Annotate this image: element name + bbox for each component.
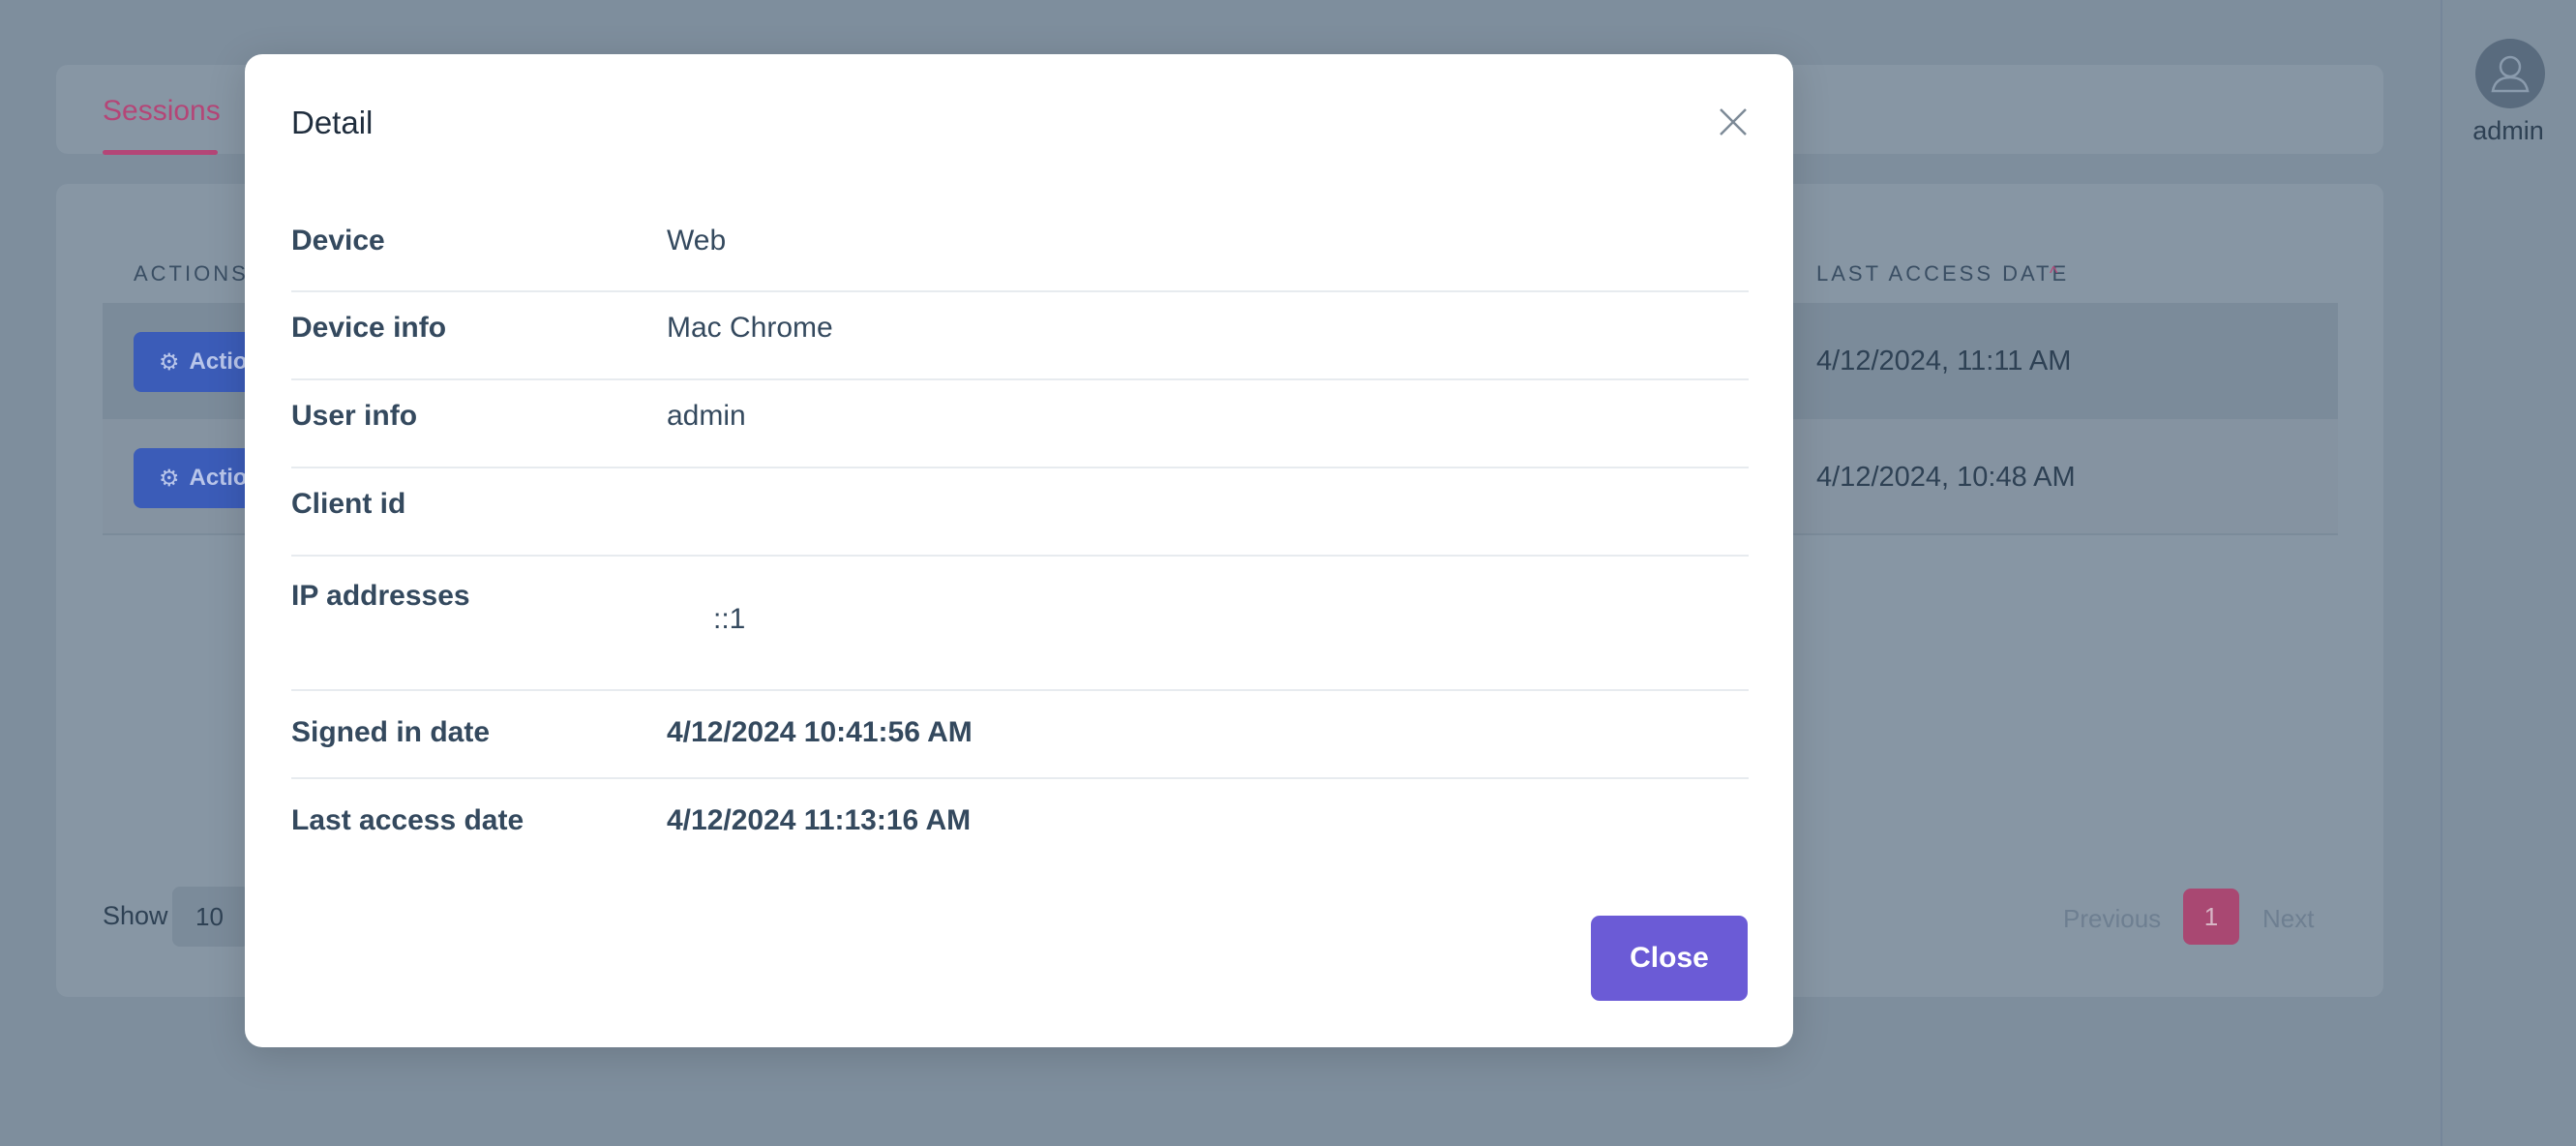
row-actions-button[interactable]: ⚙ Actio: [134, 332, 259, 392]
detail-value: Web: [667, 225, 727, 256]
detail-label: User info: [291, 400, 418, 432]
active-tab-indicator: [103, 150, 218, 155]
detail-label: Device info: [291, 312, 447, 344]
detail-value: admin: [667, 400, 746, 432]
detail-row-ip-addresses: IP addresses ::1: [291, 557, 1749, 691]
session-detail-modal: Detail Device Web Device info Mac Chrome…: [245, 54, 1793, 1047]
detail-value: ::1: [713, 603, 746, 635]
detail-value: 4/12/2024 11:13:16 AM: [667, 804, 972, 836]
user-icon: [2491, 55, 2530, 93]
row-actions-button[interactable]: ⚙ Actio: [134, 448, 259, 508]
close-button[interactable]: Close: [1591, 916, 1748, 1001]
actions-button-label: Actio: [189, 348, 248, 375]
detail-label: Client id: [291, 488, 406, 520]
detail-value: 4/12/2024 10:41:56 AM: [667, 716, 973, 748]
detail-label: Last access date: [291, 804, 524, 836]
close-icon[interactable]: [1716, 105, 1751, 139]
pagination-previous[interactable]: Previous: [2063, 904, 2161, 934]
gear-icon: ⚙: [159, 465, 180, 492]
detail-row-client-id: Client id: [291, 468, 1749, 557]
detail-row-signed-in-date: Signed in date 4/12/2024 10:41:56 AM: [291, 691, 1749, 779]
user-sidebar: [2441, 0, 2576, 1146]
detail-row-last-access-date: Last access date 4/12/2024 11:13:16 AM: [291, 779, 1749, 867]
pagination-page-1[interactable]: 1: [2183, 889, 2239, 945]
detail-row-user-info: User info admin: [291, 380, 1749, 468]
gear-icon: ⚙: [159, 348, 180, 376]
column-header-actions: ACTIONS: [134, 261, 249, 286]
pagination-next[interactable]: Next: [2262, 904, 2314, 934]
page-size-label: Show: [103, 901, 168, 930]
page-size-select[interactable]: 10: [172, 887, 250, 947]
detail-value: Mac Chrome: [667, 312, 833, 344]
modal-title: Detail: [291, 105, 374, 140]
sort-ascending-icon[interactable]: ^: [2050, 263, 2057, 284]
column-header-last-access-date[interactable]: LAST ACCESS DATE: [1816, 261, 2069, 286]
user-name[interactable]: admin: [2441, 116, 2576, 146]
last-access-date-cell: 4/12/2024, 10:48 AM: [1816, 462, 2076, 493]
actions-button-label: Actio: [189, 465, 248, 491]
detail-label: Signed in date: [291, 716, 491, 748]
detail-row-device-info: Device info Mac Chrome: [291, 292, 1749, 380]
last-access-date-cell: 4/12/2024, 11:11 AM: [1816, 346, 2072, 377]
detail-row-device: Device Web: [291, 223, 1749, 292]
detail-label: Device: [291, 225, 385, 256]
user-avatar[interactable]: [2475, 39, 2545, 108]
tab-sessions[interactable]: Sessions: [103, 95, 221, 128]
detail-label: IP addresses: [291, 580, 470, 612]
